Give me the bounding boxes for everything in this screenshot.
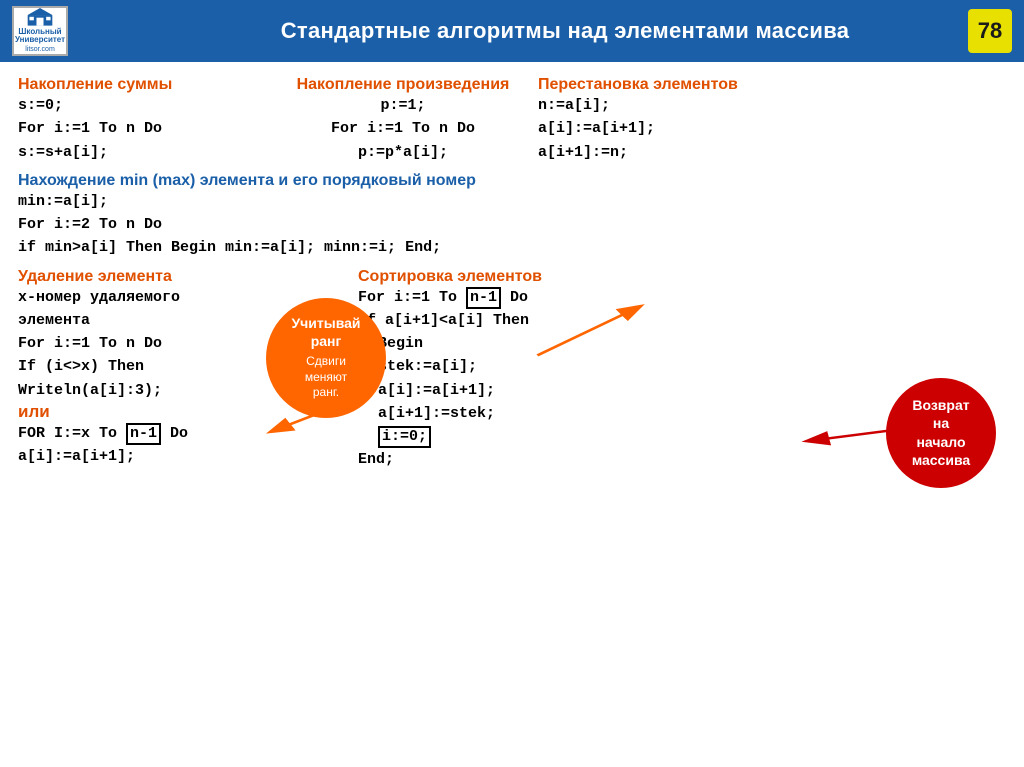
- prod-code-1: p:=1;: [268, 94, 538, 117]
- bottom-row: Удаление элемента x-номер удаляемого эле…: [18, 268, 1006, 472]
- sort-code-1: For i:=1 To n-1 Do: [358, 286, 1006, 309]
- callout-red-line3: начало: [916, 433, 965, 451]
- delete-for-prefix: FOR I:=x To: [18, 425, 126, 442]
- callout-orange-line2: ранг: [311, 332, 342, 350]
- sort-code-3: Begin: [358, 332, 1006, 355]
- minmax-code-1: min:=a[i];: [18, 190, 1006, 213]
- n-minus-1-box-left: n-1: [126, 423, 161, 445]
- sort-code-4: stek:=a[i];: [358, 355, 1006, 378]
- minmax-code-3: if min>a[i] Then Begin min:=a[i]; minn:=…: [18, 236, 1006, 259]
- delete-for-suffix: Do: [161, 425, 188, 442]
- prod-title: Накопление произведения: [268, 76, 538, 94]
- sum-code-3: s:=s+a[i];: [18, 141, 268, 164]
- callout-orange-bubble: Учитывай ранг Сдвиги меняют ранг.: [266, 298, 386, 418]
- logo-box: Школьный Университет litsor.com: [12, 6, 68, 56]
- logo-line2: Университет: [15, 35, 65, 44]
- swap-code-1: n:=a[i];: [538, 94, 1006, 117]
- n-minus-1-box-right: n-1: [466, 287, 501, 309]
- logo-line1: Школьный: [18, 27, 61, 36]
- i-zero-box: i:=0;: [378, 426, 431, 448]
- logo-icon: [26, 8, 54, 26]
- main-content: Накопление суммы s:=0; For i:=1 To n Do …: [0, 62, 1024, 480]
- sort-title: Сортировка элементов: [358, 268, 1006, 286]
- sum-title: Накопление суммы: [18, 76, 268, 94]
- sum-code-2: For i:=1 To n Do: [18, 117, 268, 140]
- swap-section: Перестановка элементов n:=a[i]; a[i]:=a[…: [538, 76, 1006, 164]
- callout-red-line2: на: [933, 414, 949, 432]
- sort-for-prefix: For i:=1 To: [358, 289, 466, 306]
- prod-code-3: p:=p*a[i];: [268, 141, 538, 164]
- sum-section: Накопление суммы s:=0; For i:=1 To n Do …: [18, 76, 268, 164]
- logo-url: litsor.com: [25, 46, 55, 53]
- prod-section: Накопление произведения p:=1; For i:=1 T…: [268, 76, 538, 164]
- minmax-section: Нахождение min (max) элемента и его поря…: [18, 172, 1006, 260]
- delete-code2-2: a[i]:=a[i+1];: [18, 445, 348, 468]
- callout-red-line1: Возврат: [912, 396, 969, 414]
- swap-title: Перестановка элементов: [538, 76, 1006, 94]
- sum-code-1: s:=0;: [18, 94, 268, 117]
- page-title: Стандартные алгоритмы над элементами мас…: [172, 18, 958, 44]
- delete-code2-1: FOR I:=x To n-1 Do: [18, 425, 188, 442]
- swap-code-2: a[i]:=a[i+1];: [538, 117, 1006, 140]
- minmax-title: Нахождение min (max) элемента и его поря…: [18, 172, 1006, 190]
- swap-code-3: a[i+1]:=n;: [538, 141, 1006, 164]
- minmax-code-2: For i:=2 To n Do: [18, 213, 1006, 236]
- page-number-badge: 78: [968, 9, 1012, 53]
- callout-orange-line3: Сдвиги: [306, 354, 346, 368]
- delete-title: Удаление элемента: [18, 268, 348, 286]
- sort-for-suffix: Do: [501, 289, 528, 306]
- logo-area: Школьный Университет litsor.com: [12, 6, 172, 56]
- callout-red-line4: массива: [912, 451, 970, 469]
- callout-orange-line4: меняют: [305, 370, 347, 384]
- callout-orange-line5: ранг.: [313, 385, 339, 399]
- prod-code-2: For i:=1 To n Do: [268, 117, 538, 140]
- callout-red-bubble: Возврат на начало массива: [886, 378, 996, 488]
- sort-code-2: If a[i+1]<a[i] Then: [358, 309, 1006, 332]
- header: Школьный Университет litsor.com Стандарт…: [0, 0, 1024, 62]
- top-row: Накопление суммы s:=0; For i:=1 To n Do …: [18, 76, 1006, 164]
- callout-orange-line1: Учитывай: [291, 314, 360, 332]
